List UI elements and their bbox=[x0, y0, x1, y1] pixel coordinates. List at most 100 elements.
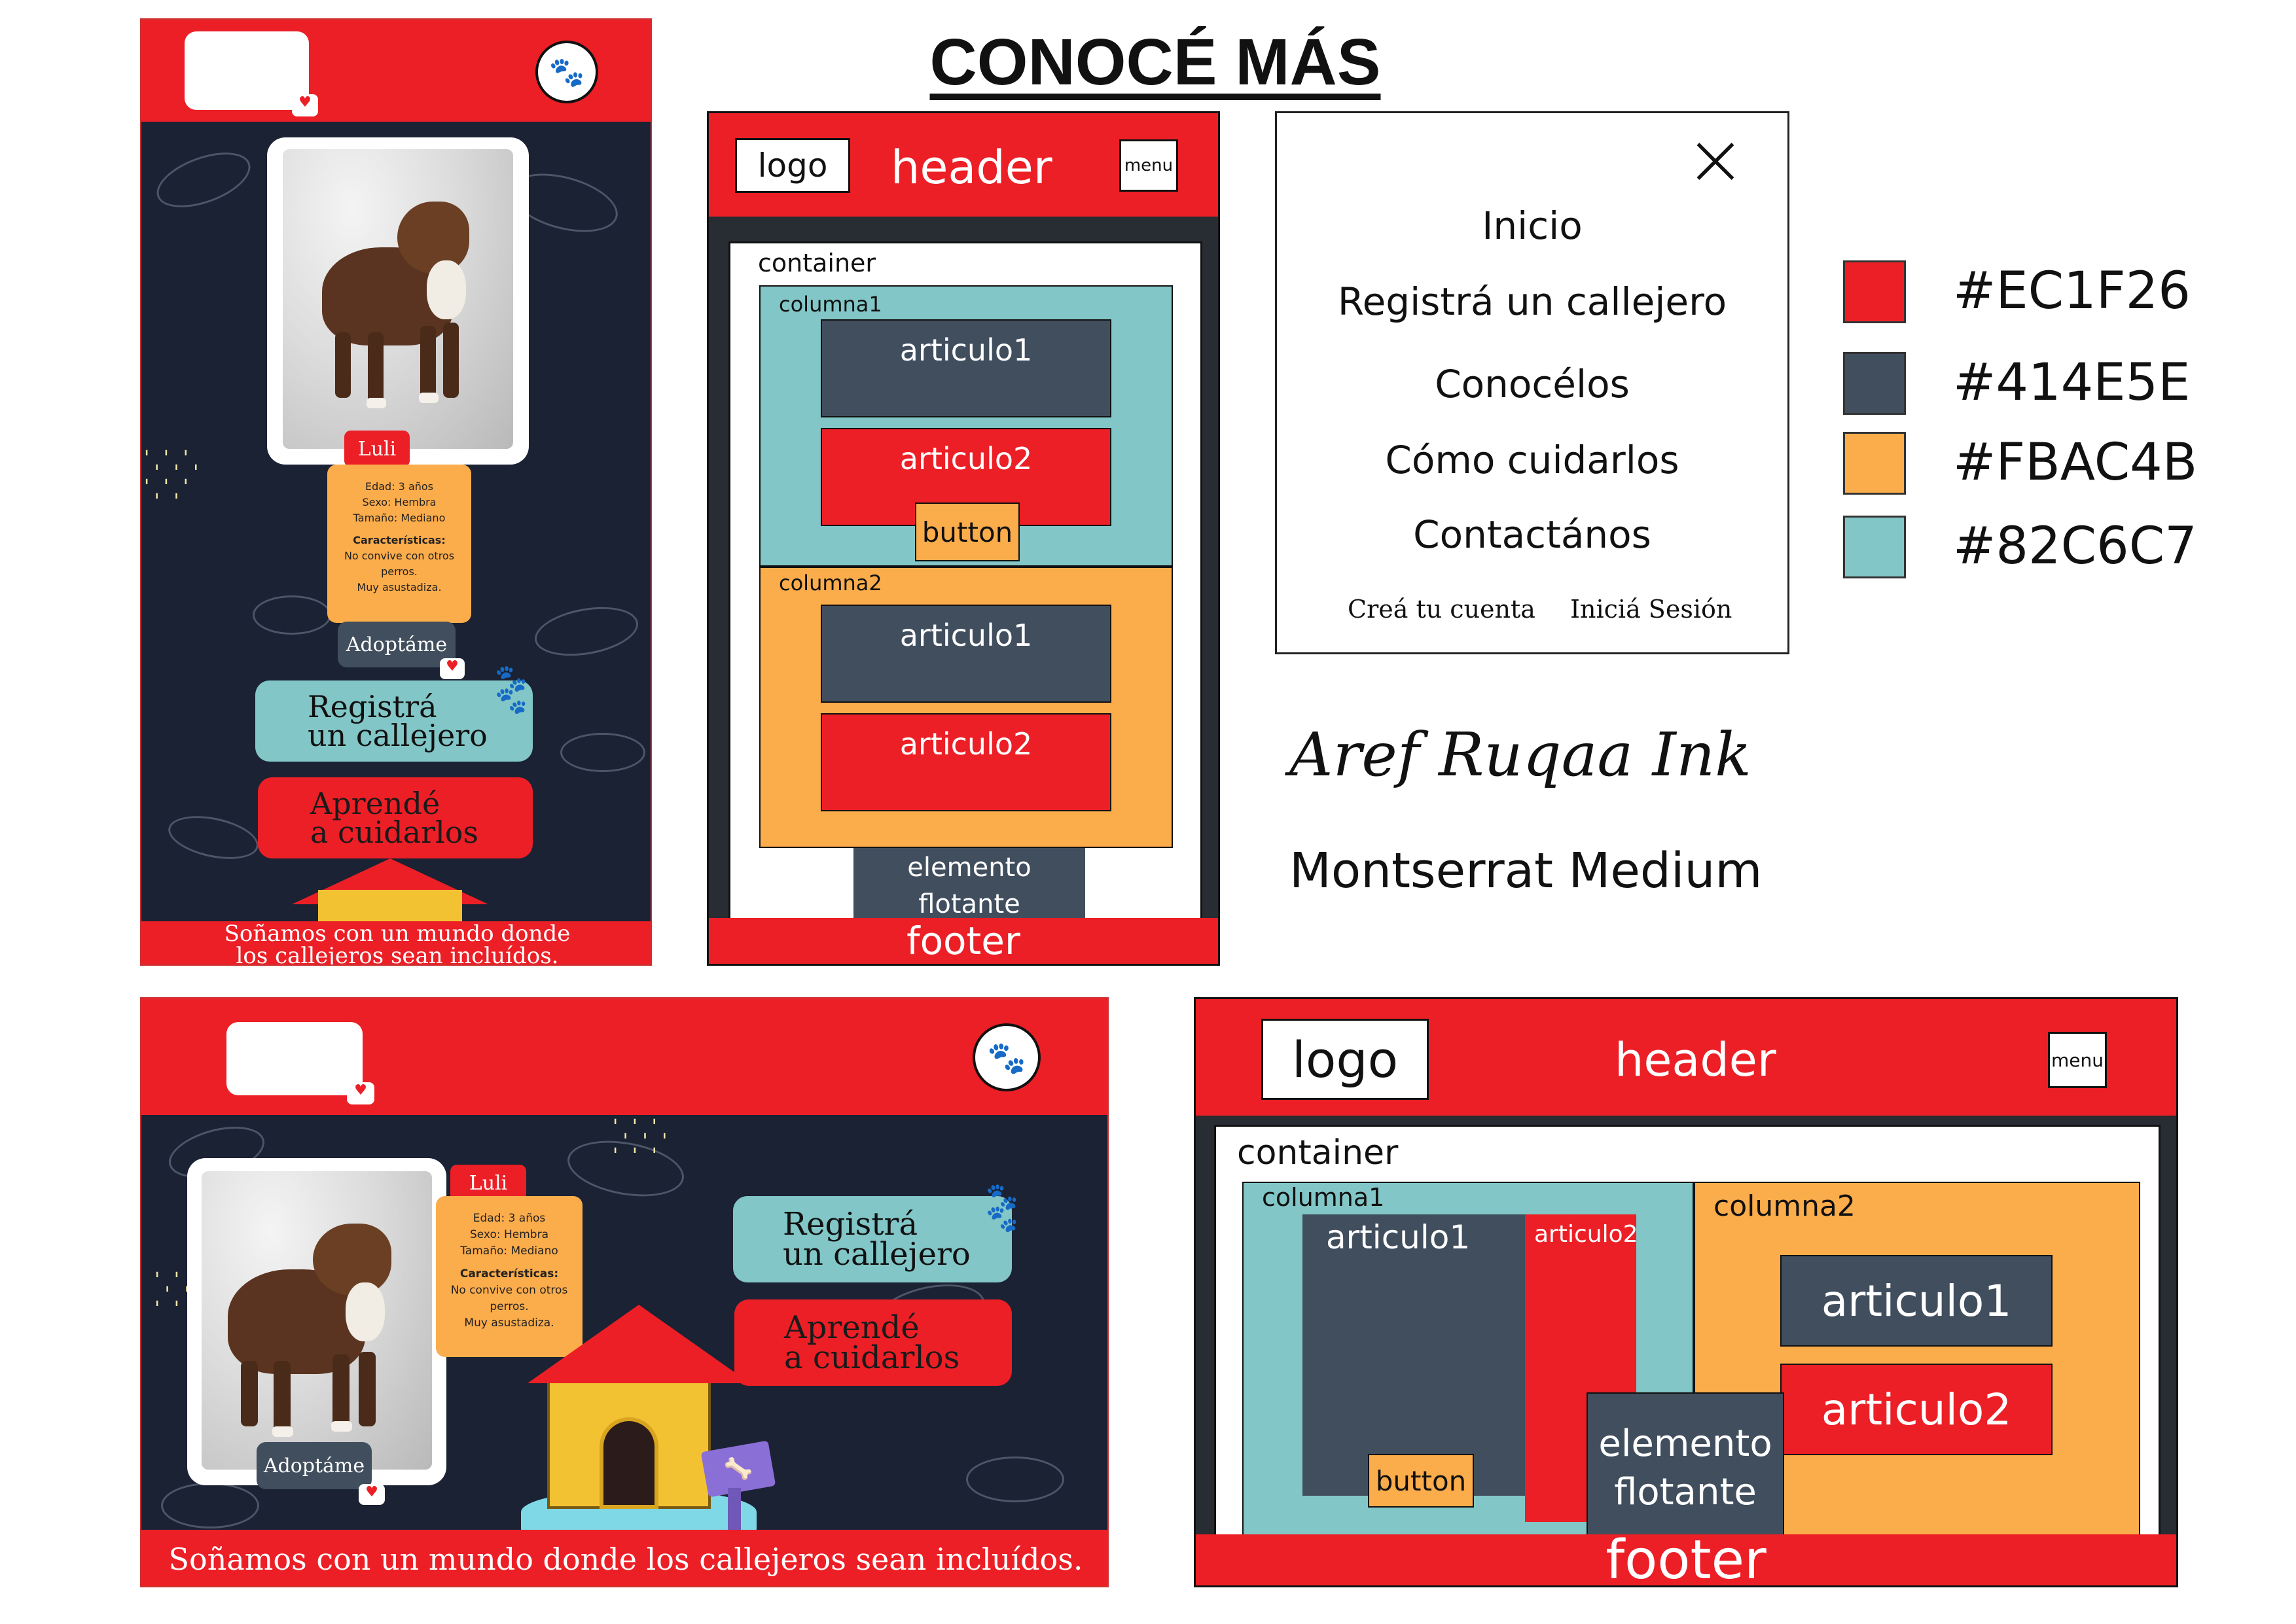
hex-teal: #82C6C7 bbox=[1953, 517, 2197, 576]
wf-container-label: container bbox=[758, 249, 876, 277]
info-line: Sexo: Hembra bbox=[469, 1228, 549, 1241]
adopt-button[interactable]: Adoptáme bbox=[338, 622, 456, 667]
register-stray-button[interactable]: Registrá un callejero bbox=[733, 1196, 1012, 1282]
desktop-wireframe: logo header menu container columna1 arti… bbox=[1194, 997, 2178, 1591]
floating-line: elemento bbox=[1598, 1422, 1772, 1465]
hex-slate: #414E5E bbox=[1953, 353, 2191, 412]
register-line: un callejero bbox=[783, 1236, 971, 1273]
wf-footer: footer bbox=[709, 918, 1218, 964]
login-link[interactable]: Iniciá Sesión bbox=[1570, 595, 1732, 624]
footer-line: los callejeros sean incluídos. bbox=[236, 943, 559, 966]
wf-columna2: columna2 articulo1 articulo2 bbox=[759, 567, 1173, 848]
heart-icon: ♥ bbox=[440, 658, 465, 679]
swatch-slate bbox=[1843, 352, 1906, 415]
features-line: No convive con otros bbox=[450, 1284, 568, 1297]
menu-item-contact[interactable]: Contactános bbox=[1277, 512, 1787, 557]
page-title: CONOCÉ MÁS bbox=[929, 26, 1381, 99]
wf-col2-articulo2: articulo2 bbox=[1780, 1364, 2053, 1455]
info-line: Edad: 3 años bbox=[365, 480, 434, 493]
dog-photo bbox=[202, 1171, 432, 1470]
wf-logo[interactable]: logo bbox=[1261, 1019, 1429, 1100]
wf-columna2-label: columna2 bbox=[779, 571, 882, 595]
dog-name-tag: Luli bbox=[344, 431, 410, 467]
swirl-decoration bbox=[966, 1456, 1064, 1502]
wf-footer: footer bbox=[1196, 1529, 2176, 1591]
register-line: un callejero bbox=[308, 718, 488, 753]
wf-button[interactable]: button bbox=[915, 503, 1020, 561]
wf-menu-button[interactable]: menu bbox=[1119, 139, 1178, 192]
paw-prints-icon: 🐾 🐾 bbox=[495, 663, 528, 716]
info-line: Tamaño: Mediano bbox=[460, 1244, 558, 1258]
desktop-footer: Soñamos con un mundo donde los callejero… bbox=[141, 1530, 1107, 1586]
wf-header-label: header bbox=[1615, 1033, 1776, 1087]
wf-col2-articulo2: articulo2 bbox=[821, 713, 1111, 811]
swirl-decoration bbox=[531, 599, 642, 663]
swatch-red bbox=[1843, 260, 1906, 323]
wf-header-label: header bbox=[891, 141, 1052, 194]
wf-floating-element: elemento flotante bbox=[853, 848, 1085, 927]
paw-icon[interactable]: 🐾 bbox=[535, 41, 598, 103]
features-title: Características: bbox=[353, 534, 446, 546]
adopt-button[interactable]: Adoptáme bbox=[257, 1442, 372, 1489]
menu-panel: × Inicio Registrá un callejero Conocélos… bbox=[1275, 111, 1789, 654]
wf-button[interactable]: button bbox=[1368, 1454, 1474, 1508]
heart-icon: ♥ bbox=[292, 94, 318, 116]
dog-house-roof bbox=[528, 1305, 750, 1383]
wf-menu-button[interactable]: menu bbox=[2048, 1032, 2107, 1088]
wf-columna2-label: columna2 bbox=[1713, 1190, 1856, 1223]
sprinkle-decoration: ' ' ' ' ' ' ' ' ' ' ' bbox=[144, 447, 203, 513]
wf-container: container columna1 articulo1 articulo2 b… bbox=[728, 241, 1202, 928]
floating-line: flotante bbox=[1614, 1471, 1757, 1513]
menu-item-register[interactable]: Registrá un callejero bbox=[1277, 279, 1787, 324]
wf-logo[interactable]: logo bbox=[735, 138, 850, 193]
wf-col2-articulo1: articulo1 bbox=[1780, 1255, 2053, 1347]
paw-prints-icon: 🐾 🐾 bbox=[986, 1182, 1018, 1234]
wf-columna1-label: columna1 bbox=[1262, 1183, 1385, 1212]
register-stray-button[interactable]: Registrá un callejero bbox=[255, 680, 533, 762]
dog-house-door bbox=[600, 1417, 658, 1509]
wf-container-label: container bbox=[1237, 1133, 1399, 1173]
features-line: perros. bbox=[381, 565, 418, 578]
learn-care-button[interactable]: Aprendé a cuidarlos bbox=[258, 777, 533, 858]
heart-icon: ♥ bbox=[347, 1082, 374, 1104]
dog-photo-card[interactable] bbox=[267, 137, 529, 465]
paw-icon[interactable]: 🐾 bbox=[973, 1023, 1041, 1091]
learn-line: a cuidarlos bbox=[784, 1339, 960, 1376]
menu-item-meet[interactable]: Conocélos bbox=[1277, 362, 1787, 406]
info-line: Tamaño: Mediano bbox=[353, 512, 446, 524]
learn-line: a cuidarlos bbox=[310, 815, 479, 850]
swirl-decoration bbox=[560, 733, 645, 772]
wf-articulo1: articulo1 bbox=[821, 319, 1111, 417]
mobile-mockup: ♥ 🐾 ' ' ' ' ' ' ' ' ' ' ' Luli Edad: 3 a… bbox=[140, 18, 652, 966]
learn-care-button[interactable]: Aprendé a cuidarlos bbox=[734, 1299, 1012, 1386]
learn-line: Aprendé bbox=[784, 1309, 920, 1346]
heart-icon: ♥ bbox=[359, 1484, 385, 1505]
info-line: Sexo: Hembra bbox=[362, 496, 437, 508]
desktop-mockup: ♥ 🐾 ' ' ' ' ' ' ' ' ' ' ' ' ' ' ' Luli E… bbox=[140, 997, 1109, 1587]
wf-col2-articulo1: articulo1 bbox=[821, 605, 1111, 703]
floating-line: elemento bbox=[907, 853, 1031, 883]
dog-photo bbox=[283, 149, 513, 449]
swirl-decoration bbox=[253, 595, 331, 635]
features-title: Características: bbox=[459, 1267, 559, 1280]
chat-bubble-logo[interactable] bbox=[185, 31, 309, 110]
swatch-teal bbox=[1843, 516, 1906, 578]
swirl-decoration bbox=[164, 809, 262, 866]
swirl-decoration bbox=[149, 141, 258, 219]
menu-item-inicio[interactable]: Inicio bbox=[1277, 203, 1787, 248]
chat-bubble-logo[interactable] bbox=[226, 1022, 363, 1095]
dog-photo-card[interactable] bbox=[187, 1158, 446, 1485]
features-line: Muy asustadiza. bbox=[357, 581, 442, 593]
floating-line: flotante bbox=[918, 889, 1020, 919]
menu-item-care[interactable]: Cómo cuidarlos bbox=[1277, 438, 1787, 482]
font-body-label: Montserrat Medium bbox=[1289, 843, 1763, 899]
create-account-link[interactable]: Creá tu cuenta bbox=[1348, 595, 1535, 624]
hex-red: #EC1F26 bbox=[1953, 262, 2191, 321]
wf-container: container columna1 articulo1 articulo2 b… bbox=[1214, 1125, 2161, 1551]
dog-info-box: Edad: 3 años Sexo: Hembra Tamaño: Median… bbox=[327, 465, 471, 623]
mobile-wireframe: logo header menu container columna1 arti… bbox=[707, 111, 1220, 966]
learn-line: Aprendé bbox=[310, 786, 440, 821]
close-icon[interactable]: × bbox=[1683, 123, 1748, 195]
wf-columna1: columna1 articulo1 articulo2 button bbox=[759, 285, 1173, 567]
wf-columna1-label: columna1 bbox=[779, 292, 882, 317]
